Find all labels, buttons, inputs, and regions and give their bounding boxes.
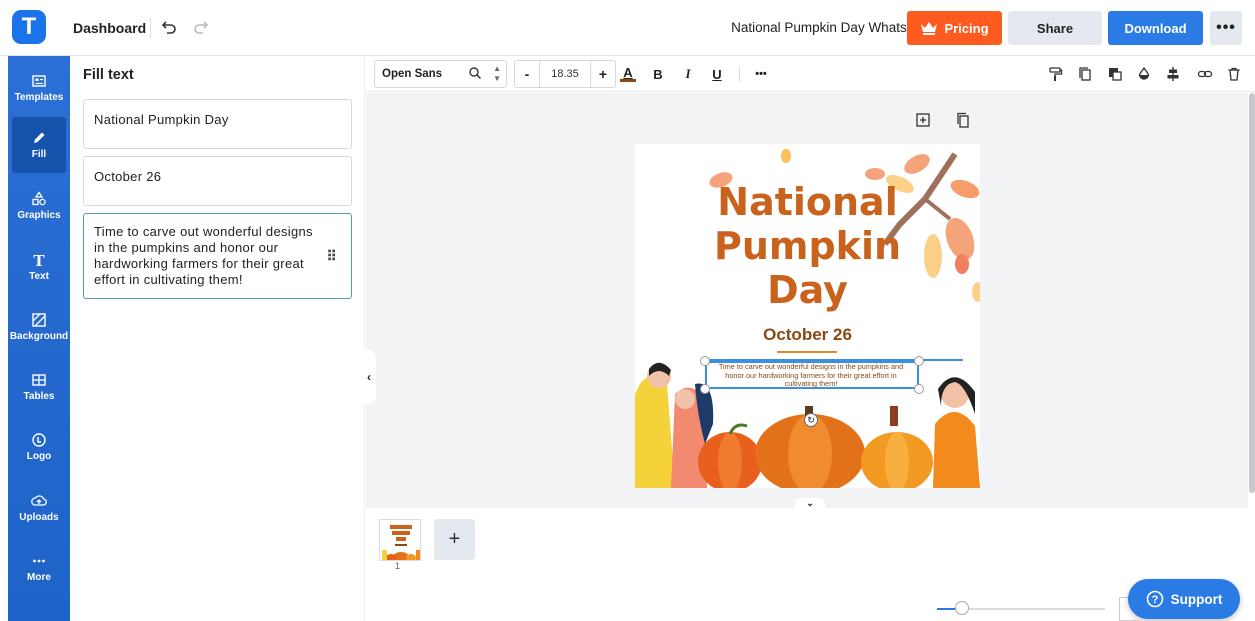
canvas-scrollbar[interactable] <box>1249 93 1255 493</box>
help-icon: ? <box>1146 590 1163 608</box>
templates-icon <box>32 75 46 87</box>
divider <box>150 18 151 38</box>
artboard-title[interactable]: National Pumpkin Day <box>705 180 910 312</box>
font-size-input[interactable]: 18.35 <box>539 61 591 87</box>
sidebar-item-background[interactable]: Background <box>8 299 70 355</box>
page-number: 1 <box>395 561 401 571</box>
zoom-slider-handle[interactable] <box>955 601 969 615</box>
delete-icon[interactable] <box>1224 62 1244 86</box>
sidebar-item-logo[interactable]: Logo <box>8 419 70 475</box>
app-logo-letter: T <box>21 13 37 40</box>
dashboard-link[interactable]: Dashboard <box>73 20 146 36</box>
underline-button[interactable]: U <box>709 62 725 86</box>
sidebar-item-label: Fill <box>31 149 47 160</box>
collapse-panel-button[interactable]: ‹ <box>362 350 376 404</box>
spinner-icon[interactable]: ▲ ▼ <box>493 64 501 84</box>
panel-title: Fill text <box>83 67 134 83</box>
sidebar-item-tables[interactable]: Tables <box>8 359 70 415</box>
fill-field-date[interactable]: October 26 <box>83 156 352 206</box>
more-options-button[interactable]: ••• <box>1210 11 1242 45</box>
align-center-icon[interactable] <box>1163 62 1183 86</box>
top-bar: T Dashboard National Pumpkin Day Whatsap… <box>0 0 1255 56</box>
font-family-select[interactable]: Open Sans ▲ ▼ <box>374 60 507 88</box>
share-button[interactable]: Share <box>1008 11 1102 45</box>
sidebar-item-label: More <box>27 572 51 583</box>
layer-icon[interactable] <box>1105 62 1125 86</box>
fill-text-panel: Fill text National Pumpkin Day October 2… <box>70 56 365 621</box>
bold-button[interactable]: B <box>650 62 666 86</box>
background-icon <box>32 313 46 327</box>
fill-field-body-text: Time to carve out wonderful designs in t… <box>94 224 313 287</box>
support-button[interactable]: ? Support <box>1128 579 1240 619</box>
sidebar-item-templates[interactable]: Templates <box>8 60 70 116</box>
artboard-date[interactable]: October 26 <box>740 325 875 345</box>
fill-field-body[interactable]: Time to carve out wonderful designs in t… <box>83 213 352 299</box>
table-icon <box>32 374 46 386</box>
sidebar-item-fill[interactable]: Fill <box>12 117 66 173</box>
decrease-size-button[interactable]: - <box>515 66 539 82</box>
svg-text:?: ? <box>1151 594 1158 606</box>
app-logo[interactable]: T <box>12 10 46 44</box>
italic-button[interactable]: I <box>680 62 696 86</box>
rotate-handle-icon[interactable]: ↻ <box>804 413 818 427</box>
font-family-value: Open Sans <box>382 68 443 80</box>
sidebar-item-label: Templates <box>14 92 64 103</box>
resize-handle[interactable] <box>914 356 924 366</box>
opacity-icon[interactable] <box>1134 62 1154 86</box>
add-page-icon[interactable] <box>914 111 932 129</box>
sidebar-item-uploads[interactable]: Uploads <box>8 480 70 536</box>
text-icon: T <box>33 252 45 268</box>
sidebar-item-label: Logo <box>26 451 52 462</box>
download-button[interactable]: Download <box>1108 11 1203 45</box>
duplicate-icon[interactable] <box>1075 62 1095 86</box>
undo-icon[interactable] <box>158 16 180 38</box>
drag-handle-icon[interactable]: ⠿ <box>326 248 337 264</box>
resize-handle[interactable] <box>700 384 710 394</box>
text-color-letter: A <box>623 64 633 80</box>
fill-field-title[interactable]: National Pumpkin Day <box>83 99 352 149</box>
text-toolbar: Open Sans ▲ ▼ - 18.35 + A B I U ••• <box>366 56 1255 92</box>
more-icon <box>33 559 45 563</box>
copy-page-icon[interactable] <box>954 111 972 129</box>
sidebar-item-more[interactable]: More <box>8 540 70 596</box>
resize-handle[interactable] <box>700 356 710 366</box>
redo-icon[interactable] <box>190 16 212 38</box>
font-size-stepper: - 18.35 + <box>514 60 616 88</box>
sidebar-item-label: Graphics <box>17 210 61 221</box>
sidebar-item-text[interactable]: T Text <box>8 239 70 295</box>
format-painter-icon[interactable] <box>1045 62 1065 86</box>
shapes-icon <box>32 191 46 206</box>
left-sidebar: Templates Fill Graphics T Text Backgroun… <box>8 56 70 621</box>
pricing-label: Pricing <box>944 20 989 36</box>
chevron-down-icon[interactable]: ⌄ <box>795 498 825 512</box>
link-icon[interactable] <box>1195 62 1215 86</box>
artboard-divider <box>777 351 837 353</box>
sidebar-item-graphics[interactable]: Graphics <box>8 178 70 234</box>
more-format-button[interactable]: ••• <box>751 62 771 86</box>
sidebar-item-label: Uploads <box>19 512 59 523</box>
support-label: Support <box>1170 591 1223 607</box>
search-icon <box>468 66 482 83</box>
increase-size-button[interactable]: + <box>591 66 615 82</box>
crown-icon <box>921 22 938 35</box>
svg-text:T: T <box>33 252 45 268</box>
pencil-icon <box>34 132 45 143</box>
text-color-swatch <box>620 78 636 82</box>
sidebar-item-label: Background <box>9 331 69 342</box>
document-title[interactable]: National Pumpkin Day Whatsapp Post <box>600 20 960 35</box>
pricing-button[interactable]: Pricing <box>907 11 1002 45</box>
resize-handle[interactable] <box>914 384 924 394</box>
logo-icon <box>32 433 46 447</box>
divider <box>739 66 740 82</box>
sidebar-item-label: Text <box>29 271 49 282</box>
sidebar-item-label: Tables <box>23 391 55 402</box>
upload-icon <box>31 495 47 506</box>
page-thumbnail-image <box>380 520 420 560</box>
artboard-body-text[interactable]: Time to carve out wonderful designs in t… <box>710 362 912 389</box>
text-color-button[interactable]: A <box>620 62 636 86</box>
add-page-button[interactable]: + <box>434 519 475 560</box>
page-thumbnail[interactable] <box>379 519 421 561</box>
